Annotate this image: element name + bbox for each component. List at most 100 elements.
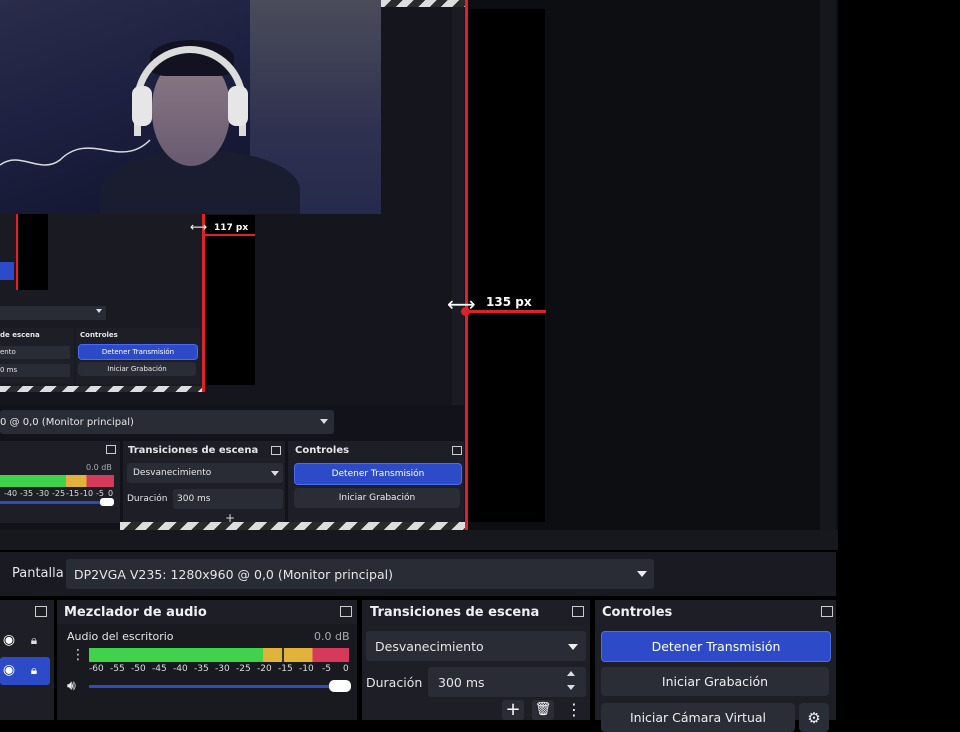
controls-title: Controles	[602, 605, 673, 620]
deep-nested-screen: de escena ento 0 ms Controles Detener Tr…	[0, 210, 204, 392]
deep-red-horizontal-line	[203, 234, 255, 236]
nested-display-chevron-icon	[320, 419, 328, 424]
audio-menu-icon[interactable]: ⋮	[71, 648, 85, 662]
virtual-camera-settings-icon[interactable]: ⚙	[799, 703, 829, 732]
add-transition-icon[interactable]: +	[502, 700, 524, 720]
nested-mixer-dock: 0.0 dB -40 -35 -30 -25 -15 -10 -5 0	[0, 441, 120, 523]
headphone-cable	[0, 139, 151, 166]
webcam-source[interactable]	[0, 0, 381, 214]
deep-measure-label: 117 px	[214, 223, 249, 233]
nested-tick: -40	[4, 489, 18, 498]
nested-start-record-button: Iniciar Grabación	[294, 488, 460, 508]
nested-preview-scrollbar	[452, 0, 464, 405]
deep-start-record-button: Iniciar Grabación	[78, 362, 196, 376]
nested-meter-bar	[0, 475, 114, 487]
duration-value: 300 ms	[438, 674, 485, 690]
deep-duration-value: 0 ms	[0, 366, 18, 374]
nested-volume-handle	[100, 498, 114, 506]
duration-up-icon[interactable]	[567, 671, 575, 676]
volume-slider-track[interactable]	[89, 685, 339, 688]
scene-transitions-dock-icon[interactable]	[572, 606, 584, 617]
audio-mixer-title: Mezclador de audio	[64, 605, 207, 620]
display-select-value: DP2VGA V235: 1280x960 @ 0,0 (Monitor pri…	[74, 566, 393, 582]
canvas-black-bar	[468, 9, 545, 522]
delete-transition-icon[interactable]: 🗑︎	[532, 700, 554, 720]
nested-transition-value: Desvanecimiento	[133, 468, 212, 478]
visibility-eye-icon[interactable]: ◉	[0, 662, 18, 678]
audio-source-name: Audio del escritorio	[67, 630, 174, 643]
controls-dock-icon[interactable]	[821, 606, 833, 617]
speaker-icon[interactable]: 🔊︎	[67, 678, 76, 694]
top-hazard-stripe	[380, 0, 466, 7]
meter-tick: -30	[215, 664, 230, 674]
deep-transitions-dock: de escena ento 0 ms	[0, 328, 74, 384]
deep-transitions-title: de escena	[0, 331, 40, 339]
nested-duration-value: 300 ms	[177, 494, 211, 504]
deep-blue-chip	[0, 262, 14, 280]
start-recording-button[interactable]: Iniciar Grabación	[601, 667, 829, 696]
deep-duration-field: 0 ms	[0, 364, 70, 377]
nested-controls-dock: Controles Detener Transmisión Iniciar Gr…	[288, 441, 464, 523]
nested-tick: -25	[52, 489, 66, 498]
visibility-eye-icon[interactable]: ◉	[0, 632, 18, 648]
deep-controls-title: Controles	[80, 331, 118, 339]
meter-tick: -50	[131, 664, 146, 674]
meter-tick: -20	[257, 664, 272, 674]
meter-tick: -40	[173, 664, 188, 674]
nested-tick: -10	[80, 489, 94, 498]
measure-label: 135 px	[486, 295, 532, 309]
scene-transitions-dock: Transiciones de escena Desvanecimiento D…	[362, 600, 590, 720]
scene-transitions-title: Transiciones de escena	[370, 605, 540, 620]
stop-stream-button[interactable]: Detener Transmisión	[601, 631, 831, 662]
nested-hazard-stripe	[120, 522, 466, 530]
deep-display-chevron	[96, 309, 102, 313]
deep-stop-stream-button: Detener Transmisión	[78, 344, 198, 360]
start-virtual-camera-button[interactable]: Iniciar Cámara Virtual	[601, 703, 795, 732]
nested-transitions-title: Transiciones de escena	[128, 445, 259, 456]
transition-menu-icon[interactable]: ⋮	[566, 702, 582, 718]
nested-transition-select: Desvanecimiento	[127, 463, 283, 483]
nested-tick: -30	[36, 489, 50, 498]
nested-mixer-db: 0.0 dB	[86, 463, 112, 472]
preview-scrollbar[interactable]	[820, 0, 836, 530]
outer-black-region	[838, 0, 960, 720]
deep-hazard-stripe	[0, 386, 204, 392]
nested-transitions-dock-icon	[271, 446, 281, 455]
meter-tick: 0	[343, 664, 349, 674]
transition-chevron-icon[interactable]	[568, 644, 578, 650]
nested-tick: 0	[108, 489, 114, 498]
deep-red-vertical-line	[202, 212, 205, 392]
lock-icon[interactable]: 🔒︎	[26, 632, 42, 648]
duration-input[interactable]: 300 ms	[428, 667, 586, 697]
audio-meter-ticks: -60 -55 -50 -45 -40 -35 -30 -25 -20 -15 …	[89, 664, 353, 676]
nested-mixer-dock-icon	[106, 445, 116, 454]
controls-dock: Controles Detener Transmisión Iniciar Gr…	[595, 600, 836, 732]
display-select[interactable]: DP2VGA V235: 1280x960 @ 0,0 (Monitor pri…	[66, 559, 654, 589]
nested-duration-field: 300 ms	[173, 489, 283, 509]
nested-tick: -15	[66, 489, 80, 498]
audio-db-value: 0.0 dB	[314, 630, 350, 643]
display-label: Pantalla	[12, 566, 64, 581]
meter-tick: -25	[236, 664, 251, 674]
deep-controls-dock: Controles Detener Transmisión Iniciar Gr…	[76, 328, 200, 384]
deep-transition-value: ento	[0, 348, 16, 356]
volume-slider-handle[interactable]	[329, 680, 351, 692]
meter-tick: -5	[322, 664, 331, 674]
duration-down-icon[interactable]	[567, 685, 575, 690]
deep-right-black-bar	[205, 215, 255, 385]
nested-duration-label: Duración	[127, 494, 168, 504]
nested-tick: -35	[20, 489, 34, 498]
nested-meter-ticks: -40 -35 -30 -25 -15 -10 -5 0	[0, 489, 114, 499]
preview-bottom-edge	[0, 530, 838, 550]
nested-display-value: 0 @ 0,0 (Monitor principal)	[0, 416, 134, 428]
sources-dock: ◉ 🔒︎ ◉ 🔒︎	[0, 600, 54, 720]
sources-dock-icon[interactable]	[35, 606, 47, 617]
display-chevron-icon[interactable]	[637, 571, 647, 577]
audio-mixer-dock-icon[interactable]	[340, 606, 352, 617]
transition-select[interactable]: Desvanecimiento	[366, 631, 586, 661]
lock-icon[interactable]: 🔒︎	[26, 662, 42, 678]
meter-tick: -60	[89, 664, 104, 674]
nested-volume-slider	[0, 501, 102, 504]
nested-controls-title: Controles	[295, 445, 350, 456]
nested-display-select: 0 @ 0,0 (Monitor principal)	[0, 410, 334, 434]
